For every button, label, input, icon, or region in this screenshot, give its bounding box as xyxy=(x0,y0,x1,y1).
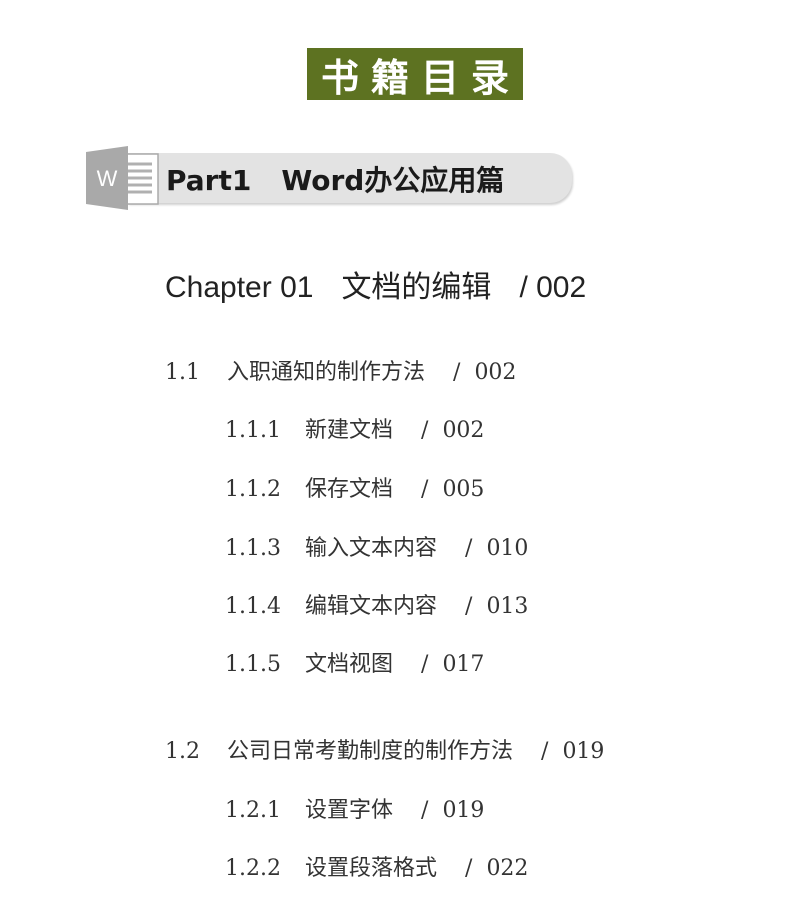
toc-subsection[interactable]: 1.1.2 保存文档 / 005 xyxy=(225,471,522,503)
toc-subsection[interactable]: 1.1.3 输入文本内容 / 010 xyxy=(225,530,566,562)
section-title: 公司日常考勤制度的制作方法 xyxy=(227,739,514,764)
subsection-separator: / xyxy=(421,477,429,502)
subsection-page: 005 xyxy=(442,477,485,502)
section-number: 1.2 xyxy=(165,739,200,764)
chapter-title: 文档的编辑 xyxy=(341,271,492,304)
subsection-title: 设置字体 xyxy=(305,798,394,823)
chapter-label: Chapter 01 xyxy=(165,271,314,304)
subsection-separator: / xyxy=(465,594,473,619)
subsection-title: 保存文档 xyxy=(305,477,394,502)
subsection-number: 1.1.5 xyxy=(225,652,281,677)
toc-subsection[interactable]: 1.1.5 文档视图 / 017 xyxy=(225,646,522,678)
subsection-page: 010 xyxy=(486,536,529,561)
toc-title-banner: 书籍目录 xyxy=(307,48,523,100)
subsection-separator: / xyxy=(465,536,473,561)
subsection-title: 设置段落格式 xyxy=(305,856,438,881)
subsection-number: 1.1.3 xyxy=(225,536,281,561)
chapter-heading: Chapter 01 文档的编辑 / 002 xyxy=(165,262,586,306)
subsection-page: 002 xyxy=(442,418,485,443)
subsection-page: 017 xyxy=(442,652,485,677)
toc-section[interactable]: 1.1 入职通知的制作方法 / 002 xyxy=(165,354,536,386)
word-icon-letter: W xyxy=(97,166,118,191)
toc-subsection[interactable]: 1.1.4 编辑文本内容 / 013 xyxy=(225,588,566,620)
subsection-page: 013 xyxy=(486,594,529,619)
subsection-title: 输入文本内容 xyxy=(305,536,438,561)
subsection-separator: / xyxy=(421,418,429,443)
word-icon: W xyxy=(86,146,159,210)
section-separator: / xyxy=(541,739,549,764)
subsection-page: 022 xyxy=(486,856,529,881)
subsection-separator: / xyxy=(465,856,473,881)
toc-subsection[interactable]: 1.2.1 设置字体 / 019 xyxy=(225,792,522,824)
subsection-number: 1.2.1 xyxy=(225,798,281,823)
subsection-title: 文档视图 xyxy=(305,652,394,677)
subsection-title: 编辑文本内容 xyxy=(305,594,438,619)
subsection-number: 1.2.2 xyxy=(225,856,281,881)
subsection-number: 1.1.4 xyxy=(225,594,281,619)
toc-subsection[interactable]: 1.2.2 设置段落格式 / 022 xyxy=(225,850,566,882)
section-page: 002 xyxy=(474,360,517,385)
subsection-separator: / xyxy=(421,652,429,677)
part-name: Word办公应用篇 xyxy=(281,164,505,197)
subsection-page: 019 xyxy=(442,798,485,823)
section-separator: / xyxy=(453,360,461,385)
part-header: Part1 Word办公应用篇 xyxy=(128,153,572,203)
toc-title: 书籍目录 xyxy=(320,55,521,100)
part-label: Part1 xyxy=(166,164,252,197)
section-title: 入职通知的制作方法 xyxy=(227,360,426,385)
toc-subsection[interactable]: 1.1.1 新建文档 / 002 xyxy=(225,412,522,444)
subsection-number: 1.1.1 xyxy=(225,418,281,443)
section-page: 019 xyxy=(562,739,605,764)
chapter-separator: / xyxy=(519,271,528,304)
subsection-title: 新建文档 xyxy=(305,418,394,443)
subsection-number: 1.1.2 xyxy=(225,477,281,502)
chapter-page: 002 xyxy=(536,271,587,304)
section-number: 1.1 xyxy=(165,360,200,385)
toc-section[interactable]: 1.2 公司日常考勤制度的制作方法 / 019 xyxy=(165,733,624,765)
subsection-separator: / xyxy=(421,798,429,823)
